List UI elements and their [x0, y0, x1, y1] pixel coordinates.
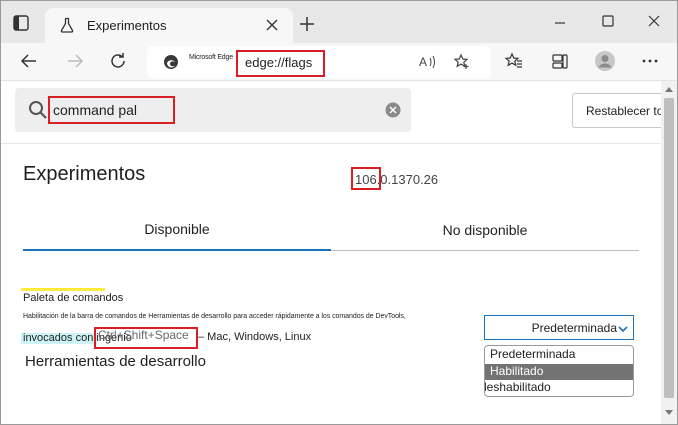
- site-identity: Microsoft Edge: [189, 54, 233, 61]
- annotation-url: [236, 50, 325, 77]
- collections-icon[interactable]: [550, 51, 570, 71]
- scroll-down-icon[interactable]: [665, 410, 673, 415]
- flags-page: command pal Restablecer todo Experimento…: [1, 81, 676, 424]
- chevron-down-icon: [617, 322, 629, 334]
- edge-logo-icon: [163, 54, 179, 70]
- add-favorite-icon[interactable]: [453, 53, 471, 71]
- profile-avatar-icon[interactable]: [594, 50, 616, 72]
- vertical-scrollbar[interactable]: [661, 81, 677, 424]
- tab-actions-icon[interactable]: [11, 13, 31, 33]
- tab-unavailable[interactable]: No disponible: [331, 219, 639, 251]
- option-default[interactable]: Predeterminada: [485, 347, 633, 363]
- flag-platforms: – Mac, Windows, Linux: [198, 331, 312, 343]
- back-icon[interactable]: [19, 51, 39, 71]
- option-disabled[interactable]: deshabilitado: [485, 380, 628, 396]
- flag-state-dropdown: Predeterminada Habilitado deshabilitado: [484, 345, 634, 397]
- annotation-search: [48, 96, 175, 124]
- favorites-icon[interactable]: [504, 51, 524, 71]
- tab-strip: Experimentos: [1, 1, 677, 43]
- forward-icon[interactable]: [65, 51, 85, 71]
- annotation-version: [351, 167, 381, 190]
- toolbar: Microsoft Edge edge://flags A: [1, 43, 677, 81]
- select-value: Predeterminada: [531, 321, 617, 335]
- flag-state-select[interactable]: Predeterminada: [484, 315, 634, 340]
- more-options-icon[interactable]: [640, 51, 660, 71]
- flask-icon: [59, 17, 75, 33]
- tab-experimentos[interactable]: Experimentos: [45, 8, 293, 43]
- window-close-icon[interactable]: [646, 13, 662, 29]
- new-tab-icon[interactable]: [298, 15, 316, 33]
- minimize-icon[interactable]: [552, 15, 568, 31]
- search-highlight: [21, 288, 105, 291]
- svg-text:A: A: [419, 55, 427, 69]
- scroll-thumb[interactable]: [664, 98, 674, 398]
- annotation-shortcut: [94, 327, 198, 349]
- section-heading: Herramientas de desarrollo: [25, 353, 206, 370]
- flag-title: Paleta de comandos: [23, 292, 124, 304]
- clear-search-icon[interactable]: [385, 102, 401, 118]
- option-enabled[interactable]: Habilitado: [485, 364, 633, 380]
- read-aloud-icon[interactable]: A: [419, 54, 435, 70]
- refresh-icon[interactable]: [108, 51, 128, 71]
- search-icon: [27, 99, 49, 121]
- close-icon[interactable]: [265, 18, 279, 32]
- scroll-up-icon[interactable]: [665, 87, 673, 92]
- flag-description: Habilitación de la barra de comandos de …: [23, 313, 406, 320]
- tab-title: Experimentos: [87, 18, 167, 33]
- tab-available[interactable]: Disponible: [23, 219, 331, 251]
- browser-window: Experimentos Microsoft Edge edge://flags…: [0, 0, 678, 425]
- page-title: Experimentos: [23, 163, 146, 185]
- divider: [1, 143, 661, 144]
- maximize-icon[interactable]: [600, 13, 616, 29]
